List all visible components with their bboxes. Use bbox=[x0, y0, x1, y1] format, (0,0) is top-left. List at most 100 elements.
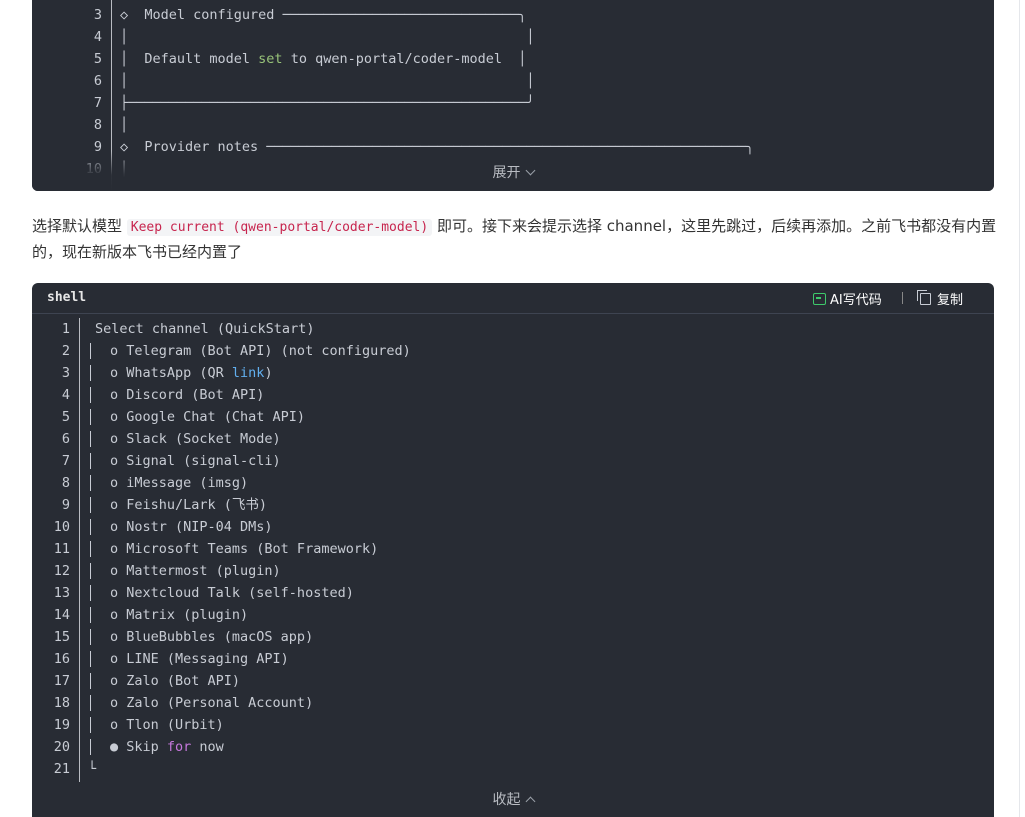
code-line: 21 └ bbox=[32, 758, 994, 780]
line-number: 2 bbox=[61, 343, 70, 359]
language-label: shell bbox=[47, 290, 87, 305]
line-number: 5 bbox=[61, 409, 70, 425]
tree-bar bbox=[90, 343, 91, 359]
code-line: 18 o Zalo (Personal Account) bbox=[32, 692, 994, 714]
line-number: 20 bbox=[53, 739, 70, 755]
code-line: │ │ bbox=[120, 29, 535, 45]
line-number: 4 bbox=[61, 387, 70, 403]
tree-bar bbox=[90, 629, 91, 645]
tree-bar bbox=[90, 541, 91, 557]
tree-bar bbox=[90, 739, 91, 755]
code-line: 11 o Microsoft Teams (Bot Framework) bbox=[32, 538, 994, 560]
code-line: 10 o Nostr (NIP-04 DMs) bbox=[32, 516, 994, 538]
ai-write-code-button[interactable]: AI写代码 bbox=[813, 289, 882, 308]
code-line: 7 o Signal (signal-cli) bbox=[32, 450, 994, 472]
ai-code-icon bbox=[813, 293, 826, 305]
line-number: 6 bbox=[93, 73, 102, 89]
tree-bar bbox=[90, 453, 91, 469]
tree-bar bbox=[90, 475, 91, 491]
copy-button[interactable]: 复制 bbox=[917, 289, 963, 308]
keyword: link bbox=[231, 365, 265, 381]
code-text: o Google Chat (Chat API) bbox=[110, 409, 306, 425]
code-line: ◇ Model configured ─────────────────────… bbox=[120, 7, 527, 23]
tree-bar bbox=[90, 673, 91, 689]
code-line: 16 o LINE (Messaging API) bbox=[32, 648, 994, 670]
code-text: o Nextcloud Talk (self-hosted) bbox=[110, 585, 354, 601]
code-line: 6 o Slack (Socket Mode) bbox=[32, 428, 994, 450]
line-number: 16 bbox=[53, 651, 70, 667]
tree-bar bbox=[90, 409, 91, 425]
code-text: o Zalo (Bot API) bbox=[110, 673, 241, 689]
code-line: 8 o iMessage (imsg) bbox=[32, 472, 994, 494]
chevron-up-icon bbox=[525, 796, 535, 807]
code-text: o Discord (Bot API) bbox=[110, 387, 265, 403]
expand-label: 展开 bbox=[492, 165, 521, 181]
code-text: o BlueBubbles (macOS app) bbox=[110, 629, 314, 645]
article-paragraph: 选择默认模型 Keep current (qwen-portal/coder-m… bbox=[32, 214, 997, 265]
line-number: 13 bbox=[53, 585, 70, 601]
line-number: 7 bbox=[61, 453, 70, 469]
code-lines: 1 Select channel (QuickStart) 2 o Telegram … bbox=[32, 318, 994, 780]
header-separator bbox=[902, 292, 903, 304]
tree-bar bbox=[90, 607, 91, 623]
line-number: 1 bbox=[61, 321, 70, 337]
tree-bar bbox=[90, 695, 91, 711]
code-text: Select channel (QuickStart) bbox=[95, 321, 315, 337]
code-text: o Zalo (Personal Account) bbox=[110, 695, 314, 711]
shell-code-block: shell AI写代码 复制 1 Select channel (QuickSta… bbox=[32, 283, 994, 817]
tree-bar bbox=[90, 519, 91, 535]
code-text: o Signal (signal-cli) bbox=[110, 453, 281, 469]
line-number: 9 bbox=[61, 497, 70, 513]
code-text: o Matrix (plugin) bbox=[110, 607, 249, 623]
line-number: 8 bbox=[61, 475, 70, 491]
paragraph-text-before: 选择默认模型 bbox=[32, 217, 127, 235]
tree-bar bbox=[90, 563, 91, 579]
tree-bar bbox=[90, 431, 91, 447]
code-text: o iMessage (imsg) bbox=[110, 475, 249, 491]
code-block-collapsed: 345678910◇ Model configured ────────────… bbox=[32, 0, 994, 191]
ai-write-code-label: AI写代码 bbox=[830, 293, 882, 308]
code-line: 12 o Mattermost (plugin) bbox=[32, 560, 994, 582]
code-line: 1 Select channel (QuickStart) bbox=[32, 318, 994, 340]
code-text: o Mattermost (plugin) bbox=[110, 563, 281, 579]
code-line: 14 o Matrix (plugin) bbox=[32, 604, 994, 626]
tree-bar bbox=[90, 497, 91, 513]
line-number: 6 bbox=[61, 431, 70, 447]
code-text: o Microsoft Teams (Bot Framework) bbox=[110, 541, 379, 557]
line-number: 4 bbox=[93, 29, 102, 45]
expand-button[interactable]: 展开 bbox=[32, 162, 994, 182]
line-number: 17 bbox=[53, 673, 70, 689]
code-line: │ Default model set to qwen-portal/coder… bbox=[120, 51, 527, 67]
code-text: └ bbox=[88, 761, 97, 777]
code-text: o Slack (Socket Mode) bbox=[110, 431, 281, 447]
tree-bar bbox=[90, 365, 91, 381]
line-number: 18 bbox=[53, 695, 70, 711]
line-number: 5 bbox=[93, 51, 102, 67]
code-line: │ bbox=[120, 117, 129, 133]
code-block-header: shell AI写代码 复制 bbox=[32, 283, 994, 314]
keyword: set bbox=[258, 51, 283, 67]
code-line: 2 o Telegram (Bot API) (not configured) bbox=[32, 340, 994, 362]
code-line: 5 o Google Chat (Chat API) bbox=[32, 406, 994, 428]
line-number: 14 bbox=[53, 607, 70, 623]
line-number: 15 bbox=[53, 629, 70, 645]
line-number: 7 bbox=[93, 95, 102, 111]
keyword: for bbox=[166, 739, 192, 755]
line-number: 12 bbox=[53, 563, 70, 579]
code-text: o WhatsApp (QR link) bbox=[110, 365, 273, 381]
code-text: o Tlon (Urbit) bbox=[110, 717, 224, 733]
code-text: o Nostr (NIP-04 DMs) bbox=[110, 519, 273, 535]
code-text: o Feishu/Lark (飞书) bbox=[110, 497, 268, 513]
line-number: 11 bbox=[53, 541, 70, 557]
tree-bar bbox=[90, 717, 91, 733]
line-number: 10 bbox=[53, 519, 70, 535]
code-line: 17 o Zalo (Bot API) bbox=[32, 670, 994, 692]
line-number: 3 bbox=[93, 7, 102, 23]
code-line: ├───────────────────────────────────────… bbox=[120, 95, 535, 111]
code-line: 9 o Feishu/Lark (飞书) bbox=[32, 494, 994, 516]
collapse-button[interactable]: 收起 bbox=[32, 789, 994, 809]
line-number: 3 bbox=[61, 365, 70, 381]
collapse-label: 收起 bbox=[492, 792, 521, 808]
code-text: o Telegram (Bot API) (not configured) bbox=[110, 343, 411, 359]
line-number: 21 bbox=[53, 761, 70, 777]
